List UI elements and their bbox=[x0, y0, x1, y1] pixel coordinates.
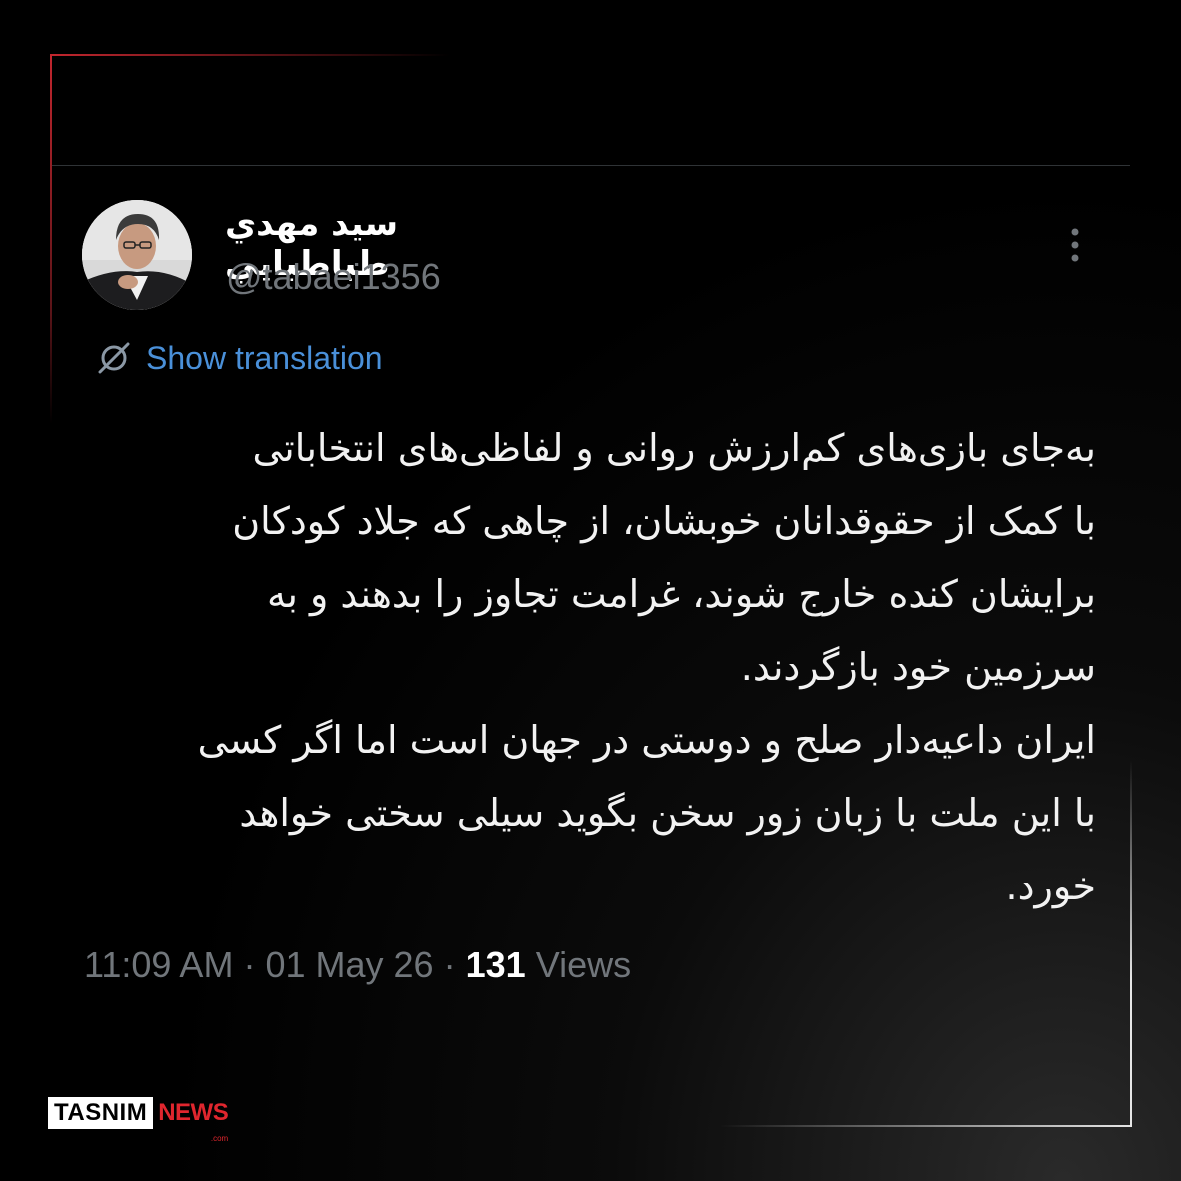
show-translation-row[interactable]: Show translation bbox=[96, 336, 383, 380]
avatar-photo bbox=[82, 200, 192, 310]
tweet-date[interactable]: 01 May 26 bbox=[265, 944, 433, 985]
frame-accent-bottom bbox=[720, 1125, 1132, 1127]
header-divider bbox=[52, 165, 1130, 166]
tweet-line: به‌جای بازی‌های کم‌ارزش روانی و لفاظی‌ها… bbox=[252, 426, 1097, 470]
tweet-line: خورد. bbox=[1005, 864, 1096, 908]
tweet-line: با کمک از حقوقدانان خوبشان، از چاهی که ج… bbox=[232, 499, 1096, 543]
frame-accent-left bbox=[50, 54, 52, 424]
frame-accent-top bbox=[50, 54, 450, 56]
tweet-line: سرزمین خود بازگردند. bbox=[740, 645, 1096, 689]
meta-separator: · bbox=[243, 944, 256, 985]
frame-accent-right bbox=[1130, 760, 1132, 1127]
meta-separator: · bbox=[443, 944, 456, 985]
brand-suffix: NEWS .com bbox=[158, 1097, 229, 1143]
tweet-text: به‌جای بازی‌های کم‌ارزش روانی و لفاظی‌ها… bbox=[96, 412, 1096, 923]
author-handle[interactable]: @tabaei1356 bbox=[226, 256, 441, 298]
views-label: Views bbox=[535, 944, 632, 985]
show-translation-link[interactable]: Show translation bbox=[146, 340, 383, 377]
more-vertical-icon[interactable] bbox=[1064, 226, 1086, 264]
avatar[interactable] bbox=[82, 200, 192, 310]
brand-domain: .com bbox=[210, 1134, 229, 1143]
tweet-line: با این ملت با زبان زور سخن بگوید سیلی سخ… bbox=[239, 791, 1096, 835]
tasnim-news-logo: TASNIM NEWS .com bbox=[48, 1097, 229, 1143]
brand-suffix-text: NEWS bbox=[158, 1099, 229, 1126]
brand-name: TASNIM bbox=[48, 1097, 154, 1129]
views-count: 131 bbox=[465, 944, 526, 985]
globe-slash-icon bbox=[98, 342, 130, 374]
tweet-line: برایشان کنده خارج شوند، غرامت تجاوز را ب… bbox=[266, 572, 1096, 616]
tweet-meta: 11:09 AM · 01 May 26 · 131 Views bbox=[84, 944, 631, 986]
tweet-time[interactable]: 11:09 AM bbox=[84, 944, 233, 985]
tweet-line: ایران داعیه‌دار صلح و دوستی در جهان است … bbox=[197, 718, 1096, 762]
